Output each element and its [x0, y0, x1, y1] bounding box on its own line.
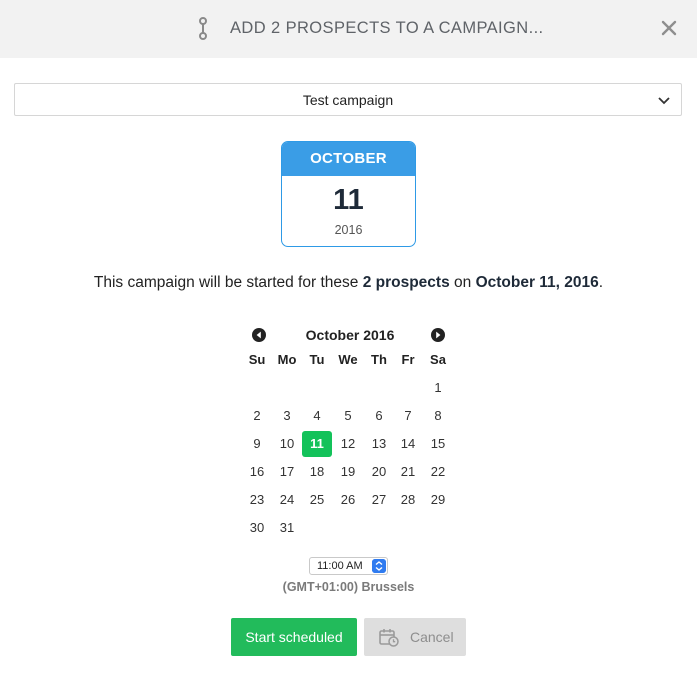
calendar-day[interactable]: 26: [333, 487, 363, 513]
calendar-day[interactable]: 9: [242, 431, 272, 457]
calendar-day[interactable]: 30: [242, 515, 272, 541]
weekday-header: Mo: [277, 352, 297, 367]
summary-prefix: This campaign will be started for these: [93, 274, 363, 291]
calendar-day[interactable]: 28: [393, 487, 423, 513]
calendar-day[interactable]: 18: [302, 459, 332, 485]
calendar-day[interactable]: 5: [333, 403, 363, 429]
calendar-day[interactable]: 10: [272, 431, 302, 457]
date-card: OCTOBER 11 2016: [281, 141, 416, 247]
summary-date: October 11, 2016: [475, 274, 599, 291]
cancel-button-label: Cancel: [410, 629, 454, 645]
calendar-day[interactable]: 12: [333, 431, 363, 457]
calendar-day[interactable]: 21: [393, 459, 423, 485]
calendar-day[interactable]: 22: [423, 459, 453, 485]
campaign-select-value: Test campaign: [302, 92, 394, 108]
calendar-day[interactable]: 16: [242, 459, 272, 485]
date-card-day: 11: [333, 184, 364, 216]
weekday-header: Su: [248, 352, 266, 367]
timezone-label: (GMT+01:00) Brussels: [282, 580, 415, 594]
calendar-day[interactable]: 29: [423, 487, 453, 513]
calendar-day[interactable]: 27: [364, 487, 394, 513]
stepper-icon: [199, 17, 207, 40]
weekday-header: Th: [371, 352, 387, 367]
calendar-day[interactable]: 23: [242, 487, 272, 513]
date-card-year: 2016: [334, 223, 363, 237]
weekday-header: Sa: [430, 352, 446, 367]
time-select-value: 11:00 AM: [317, 560, 363, 572]
campaign-select[interactable]: Test campaign: [14, 83, 682, 116]
summary-middle: on: [449, 274, 476, 291]
calendar-day[interactable]: 7: [393, 403, 423, 429]
calendar-day[interactable]: 1: [423, 375, 453, 401]
weekday-header: Fr: [401, 352, 415, 367]
calendar-day[interactable]: 4: [302, 403, 332, 429]
chevron-down-icon: [658, 97, 670, 105]
arrow-right-circle-icon[interactable]: [431, 328, 445, 342]
start-scheduled-button[interactable]: Start scheduled: [231, 618, 357, 656]
spinner-arrows-icon: [372, 559, 386, 573]
arrow-left-circle-icon[interactable]: [252, 328, 266, 342]
calendar-day[interactable]: 31: [272, 515, 302, 541]
calendar-day-selected[interactable]: 11: [302, 431, 332, 457]
calendar-day[interactable]: 19: [333, 459, 363, 485]
time-select[interactable]: 11:00 AM: [309, 557, 388, 575]
calendar-day[interactable]: 25: [302, 487, 332, 513]
calendar-day[interactable]: 13: [364, 431, 394, 457]
weekday-header: We: [338, 352, 358, 367]
calendar-day[interactable]: 17: [272, 459, 302, 485]
calendar-day[interactable]: 2: [242, 403, 272, 429]
weekday-header: Tu: [309, 352, 325, 367]
modal-header: ADD 2 PROSPECTS TO A CAMPAIGN...: [0, 0, 697, 58]
modal-title: ADD 2 PROSPECTS TO A CAMPAIGN...: [230, 19, 544, 37]
calendar-day[interactable]: 8: [423, 403, 453, 429]
calendar-day[interactable]: 24: [272, 487, 302, 513]
campaign-summary: This campaign will be started for these …: [0, 274, 697, 292]
calendar-day[interactable]: 3: [272, 403, 302, 429]
summary-suffix: .: [598, 274, 604, 291]
close-icon[interactable]: [658, 17, 680, 39]
date-card-month: OCTOBER: [282, 142, 415, 176]
calendar-day[interactable]: 14: [393, 431, 423, 457]
calendar-day[interactable]: 20: [364, 459, 394, 485]
calendar-day[interactable]: 6: [364, 403, 394, 429]
calendar-day[interactable]: 15: [423, 431, 453, 457]
calendar-clock-icon: [379, 629, 399, 647]
summary-count: 2 prospects: [362, 274, 450, 291]
cancel-button[interactable]: Cancel: [364, 618, 466, 656]
calendar-month-title: October 2016: [305, 327, 395, 343]
